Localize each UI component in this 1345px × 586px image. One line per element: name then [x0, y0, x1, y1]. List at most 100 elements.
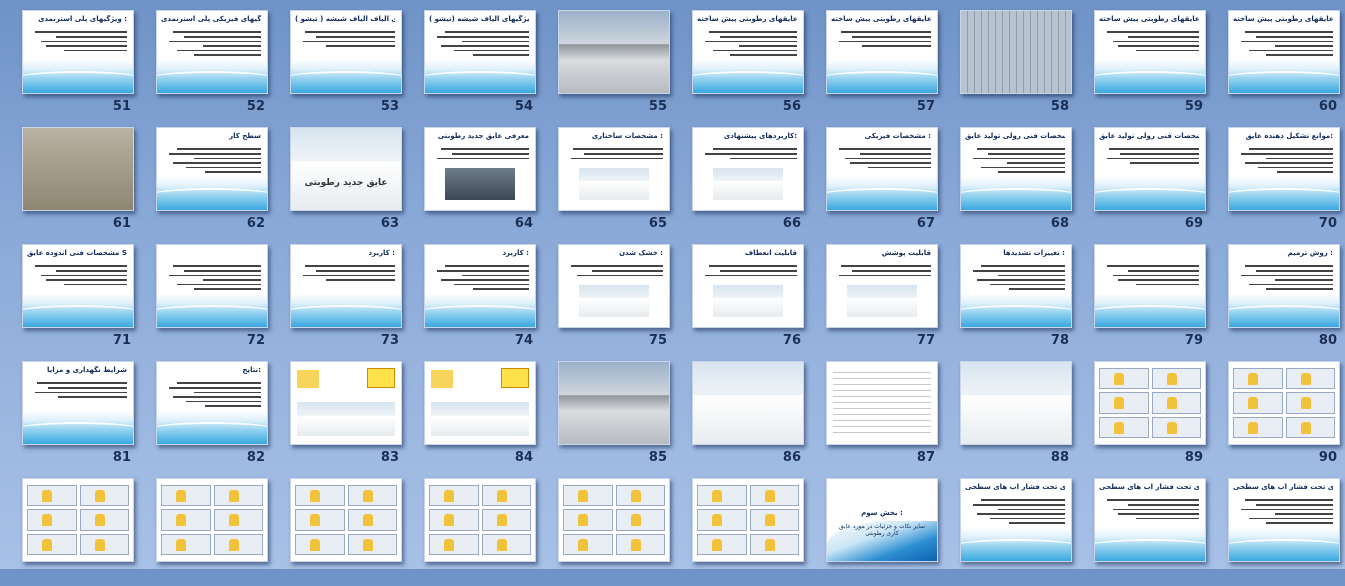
instruction-figure	[79, 533, 129, 555]
slide-thumbnail[interactable]	[290, 361, 402, 445]
slide-thumbnail[interactable]: روش ترمیم :	[1228, 244, 1340, 328]
slide-thumbnail[interactable]: قابلیت پوشش	[826, 244, 938, 328]
slide-thumbnail[interactable]: مشخصات عایقهای رطوبتی پیش ساخته	[826, 10, 938, 94]
slide-title: کاربردهای پیشنهادی:	[723, 132, 797, 140]
slide-thumbnail[interactable]	[960, 10, 1072, 94]
slide-title: خشک شدن :	[619, 249, 663, 257]
slide-wave-background	[23, 410, 133, 444]
slide-thumbnail[interactable]: عایقکاری رطوبتی زمانهای تحت فشار آب های …	[1228, 478, 1340, 562]
slide-thumbnail[interactable]	[22, 127, 134, 211]
slide-thumbnail[interactable]	[1228, 361, 1340, 445]
slide-text-lines	[701, 28, 797, 56]
slide-thumbnail[interactable]	[826, 361, 938, 445]
slide-cell: کاربرد : 74	[407, 234, 541, 352]
slide-thumbnail[interactable]	[692, 478, 804, 562]
text-line	[852, 270, 931, 272]
slide-cell: 89	[1077, 351, 1211, 469]
slide-number: 83	[380, 450, 399, 465]
slide-thumbnail[interactable]: عایقکاری رطوبتی زمانهای تحت فشار آب های …	[1094, 478, 1206, 562]
slide-text-lines	[165, 262, 261, 290]
slide-thumbnail[interactable]: مشخصات عایقهای رطوبتی پیش ساخته	[692, 10, 804, 94]
text-line	[838, 148, 931, 150]
slide-thumbnail[interactable]: مشخصات فنی اندوده عایق SH 765N	[22, 244, 134, 328]
instruction-figure	[429, 533, 479, 555]
slide-thumbnail[interactable]	[424, 361, 536, 445]
slide-thumbnail[interactable]: عایق جدید رطوبتی	[290, 127, 402, 211]
slide-thumbnail[interactable]	[424, 478, 536, 562]
slide-thumbnail[interactable]: ویژگیهای الیاف شیشه (تیشو ):	[424, 10, 536, 94]
slide-thumbnail[interactable]	[22, 478, 134, 562]
slide-thumbnail[interactable]	[1094, 361, 1206, 445]
text-line	[1275, 45, 1333, 47]
slide-thumbnail[interactable]	[156, 244, 268, 328]
slide-photo	[297, 402, 395, 436]
slide-thumbnail[interactable]	[558, 478, 670, 562]
slide-text-lines	[835, 262, 931, 276]
slide-thumbnail[interactable]: خشک شدن :	[558, 244, 670, 328]
slide-title: ویژگیهای فیزیکی پلی استرنمدی :	[161, 15, 261, 23]
text-line	[840, 265, 931, 267]
text-line	[40, 40, 127, 42]
slide-text-lines	[31, 379, 127, 398]
slide-cell: بخش سوم : سایر نکات و جزئیات در مورد عایق…	[809, 468, 943, 586]
instruction-figure	[161, 485, 211, 507]
slide-number: 62	[246, 216, 265, 231]
slide-thumbnail[interactable]	[960, 361, 1072, 445]
slide-cell: 86	[675, 351, 809, 469]
slide-number: 68	[1050, 216, 1069, 231]
slide-thumbnail[interactable]: شرایط نگهداری و مزایا	[22, 361, 134, 445]
slide-wave-background	[157, 59, 267, 93]
text-line	[1256, 270, 1333, 272]
slide-thumbnail[interactable]	[290, 478, 402, 562]
text-line	[172, 162, 261, 164]
text-line	[454, 283, 529, 285]
slide-thumbnail[interactable]: کاربرد :	[290, 244, 402, 328]
text-line	[1106, 265, 1199, 267]
slide-cell: قابلیت انعطاف 76	[675, 234, 809, 352]
slide-thumbnail[interactable]: ویژگیهای الیاف الیاف شیشه ( تیشو ):	[290, 10, 402, 94]
slide-thumbnail[interactable]: قابلیت انعطاف	[692, 244, 804, 328]
slide-thumbnail[interactable]	[156, 478, 268, 562]
slide-thumbnail[interactable]: ویژگیهای فیزیکی پلی استرنمدی :	[156, 10, 268, 94]
slide-photo	[961, 11, 1071, 93]
slide-thumbnail[interactable]: کاربردهای پیشنهادی:	[692, 127, 804, 211]
slide-thumbnail[interactable]: مشخصات فنی رولی تولید عایق :	[1094, 127, 1206, 211]
instruction-figure	[1099, 392, 1149, 414]
text-line	[316, 270, 395, 272]
text-line	[454, 49, 529, 51]
instruction-figure	[481, 509, 531, 531]
text-line	[976, 148, 1065, 150]
slide-title: مشخصات فنی رولی تولید عایق :	[1099, 132, 1199, 140]
slide-cell: خشک شدن : 75	[541, 234, 675, 352]
slide-thumbnail[interactable]: کاربرد :	[424, 244, 536, 328]
slide-thumbnail[interactable]: تغییرات تشدیدها :	[960, 244, 1072, 328]
slide-thumbnail[interactable]: موانع تشکیل دهنده عایق:	[1228, 127, 1340, 211]
text-line	[997, 171, 1065, 173]
slide-thumbnail[interactable]	[1094, 244, 1206, 328]
slide-thumbnail[interactable]: مشخصات ساختاری :	[558, 127, 670, 211]
slide-thumbnail[interactable]	[692, 361, 804, 445]
slide-number: 87	[916, 450, 935, 465]
slide-thumbnail[interactable]: عایقکاری رطوبتی زمانهای تحت فشار آب های …	[960, 478, 1072, 562]
slide-number: 75	[648, 333, 667, 348]
text-line	[172, 396, 261, 398]
text-line	[440, 45, 529, 47]
slide-thumbnail[interactable]: مشخصات فنی رولی تولید عایق :	[960, 127, 1072, 211]
slide-thumbnail[interactable]: بخش سوم : سایر نکات و جزئیات در مورد عایق…	[826, 478, 938, 562]
slide-thumbnail[interactable]: ویژگیهای پلی استرنمدی :	[22, 10, 134, 94]
text-line	[1240, 40, 1333, 42]
slide-thumbnail[interactable]	[558, 361, 670, 445]
slide-number: 61	[112, 216, 131, 231]
instruction-figure	[749, 509, 799, 531]
slide-thumbnail[interactable]: مزایای عایقهای رطوبتی پیش ساخته	[1094, 10, 1206, 94]
text-line	[708, 31, 797, 33]
slide-thumbnail[interactable]: مشخصات فیزیکی :	[826, 127, 938, 211]
slide-thumbnail[interactable]: نتایج:	[156, 361, 268, 445]
slide-wave-background	[23, 293, 133, 327]
slide-thumbnail[interactable]: سطح کار	[156, 127, 268, 211]
slide-thumbnail[interactable]	[558, 10, 670, 94]
slide-thumbnail[interactable]: معرفی عایق جدید رطوبتی	[424, 127, 536, 211]
slide-thumbnail[interactable]: معایب عایقهای رطوبتی پیش ساخته:	[1228, 10, 1340, 94]
slide-wave-background	[827, 59, 937, 93]
text-line	[704, 274, 797, 276]
